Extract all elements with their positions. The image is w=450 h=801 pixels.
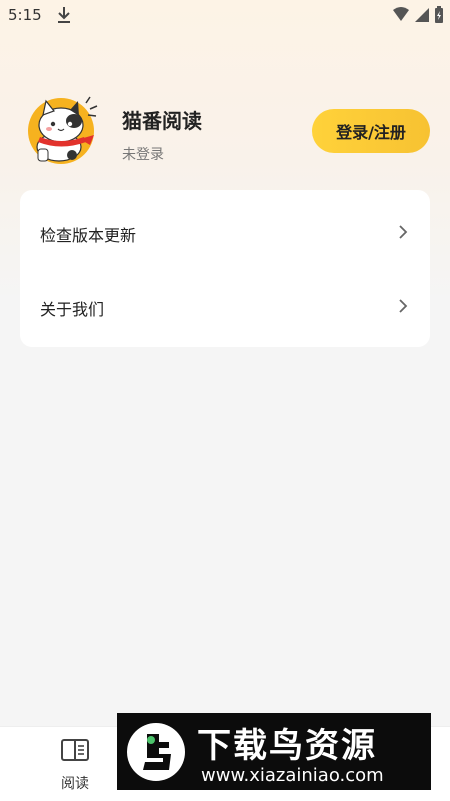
profile-header: 猫番阅读 未登录 登录/注册 — [26, 95, 430, 165]
menu-item-about-us[interactable]: 关于我们 — [20, 268, 430, 344]
download-icon — [58, 7, 70, 23]
settings-menu: 检查版本更新 关于我们 — [20, 190, 430, 347]
wifi-icon — [393, 7, 409, 21]
status-time: 5:15 — [8, 6, 42, 24]
app-name: 猫番阅读 — [122, 109, 202, 133]
tab-read-label: 阅读 — [61, 776, 89, 792]
login-register-button[interactable]: 登录/注册 — [312, 109, 430, 153]
system-icons — [392, 6, 444, 24]
menu-item-label: 关于我们 — [40, 300, 105, 319]
battery-icon — [435, 6, 443, 23]
bird-logo-icon — [127, 723, 185, 781]
menu-item-label: 检查版本更新 — [40, 226, 137, 245]
avatar[interactable] — [26, 95, 100, 165]
watermark-title: 下载鸟资源 — [197, 726, 377, 766]
chevron-right-icon — [399, 299, 408, 313]
signal-icon — [415, 8, 429, 22]
status-bar: 5:15 — [0, 0, 450, 32]
watermark-url: www.xiazainiao.com — [201, 765, 384, 786]
tab-read[interactable]: 阅读 — [45, 737, 105, 797]
menu-item-check-update[interactable]: 检查版本更新 — [20, 194, 430, 270]
book-icon — [61, 739, 89, 761]
watermark-banner: 下载鸟资源 www.xiazainiao.com — [117, 713, 431, 790]
chevron-right-icon — [399, 225, 408, 239]
login-status: 未登录 — [122, 147, 164, 163]
